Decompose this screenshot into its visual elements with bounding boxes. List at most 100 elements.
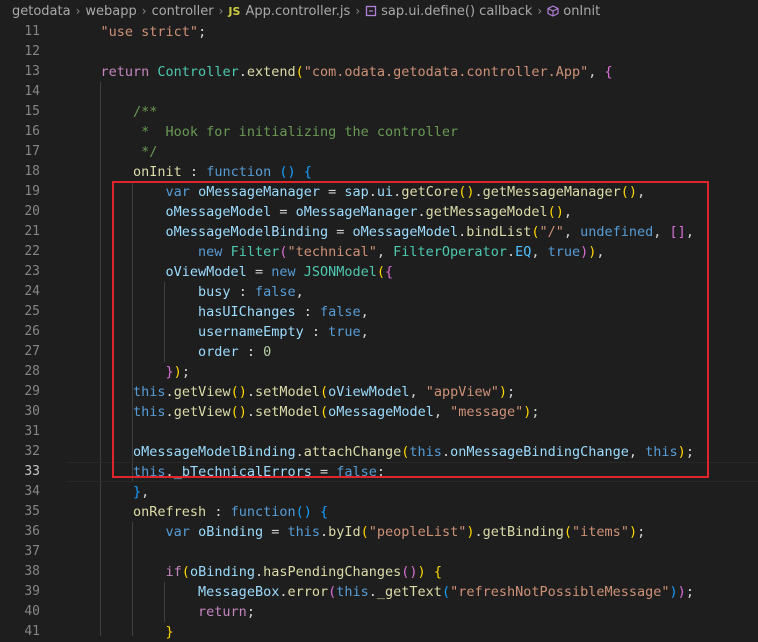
code-token: getView	[173, 404, 231, 420]
code-line[interactable]: 30 this.getView().setModel(oMessageModel…	[0, 402, 758, 422]
code-line[interactable]: 11 "use strict";	[0, 22, 758, 42]
code-line[interactable]: 22 new Filter("technical", FilterOperato…	[0, 242, 758, 262]
code-token: usernameEmpty	[100, 324, 304, 340]
code-editor[interactable]: 11 "use strict"; 12 13 return Controller.e…	[0, 22, 758, 640]
code-line[interactable]: 26 usernameEmpty : true,	[0, 322, 758, 342]
line-number: 40	[24, 604, 40, 619]
code-token: .	[474, 524, 483, 540]
code-text: onInit : function () {	[68, 162, 312, 182]
code-token: =	[319, 184, 345, 200]
code-line[interactable]: 27 order : 0	[0, 342, 758, 362]
line-number: 21	[24, 224, 40, 239]
breadcrumb-item-file[interactable]: JS App.controller.js	[228, 4, 350, 19]
code-token: this	[287, 524, 320, 540]
code-line[interactable]: 33 this._bTechnicalErrors = false;	[0, 462, 758, 482]
line-number: 39	[24, 584, 40, 599]
code-token: :	[295, 304, 320, 320]
breadcrumb-method-label: onInit	[563, 3, 601, 19]
line-number: 17	[24, 144, 40, 159]
code-line[interactable]: 34 },	[0, 482, 758, 502]
code-token: ;	[507, 384, 516, 400]
code-token: var	[100, 524, 199, 540]
code-token: .	[474, 184, 483, 200]
code-text: order : 0	[68, 342, 271, 362]
code-token: ,	[563, 204, 572, 220]
code-line[interactable]: 12	[0, 42, 758, 62]
code-token: ,	[360, 324, 369, 340]
code-token: oBinding	[189, 564, 255, 580]
code-line[interactable]: 36 var oBinding = this.byId("peopleList"…	[0, 522, 758, 542]
code-line[interactable]: 17 */	[0, 142, 758, 162]
code-text: /**	[68, 102, 157, 122]
code-text: hasUIChanges : false,	[68, 302, 369, 322]
code-line[interactable]: 18 onInit : function () {	[0, 162, 758, 182]
code-line[interactable]: 28 });	[0, 362, 758, 382]
code-token: ,	[596, 244, 605, 260]
code-text: "use strict";	[68, 22, 207, 42]
code-token: hasUIChanges	[100, 304, 296, 320]
code-token: :	[238, 344, 264, 360]
breadcrumb-item-symbol[interactable]: sap.ui.define() callback	[365, 4, 532, 19]
code-token: .	[165, 464, 174, 480]
line-number: 23	[24, 264, 40, 279]
code-text: MessageBox.error(this._getText("refreshN…	[68, 582, 694, 602]
chevron-right-icon: ›	[537, 4, 543, 18]
line-number: 26	[24, 324, 40, 339]
code-token: false	[336, 464, 377, 480]
code-line[interactable]: 14	[0, 82, 758, 102]
code-token: =	[263, 524, 288, 540]
code-line[interactable]: 41 }	[0, 622, 758, 642]
code-token: )	[173, 364, 182, 380]
code-line[interactable]: 40 return;	[0, 602, 758, 622]
code-token: .	[506, 244, 516, 260]
breadcrumb-item-folder[interactable]: controller	[152, 4, 214, 19]
code-text: }	[68, 622, 174, 642]
code-line[interactable]: 25 hasUIChanges : false,	[0, 302, 758, 322]
breadcrumb-item-folder[interactable]: webapp	[85, 4, 136, 19]
code-line[interactable]: 24 busy : false,	[0, 282, 758, 302]
code-text: return;	[68, 602, 255, 622]
code-token: (	[360, 524, 369, 540]
code-line[interactable]: 37	[0, 542, 758, 562]
code-token: []	[669, 224, 686, 240]
line-number: 27	[24, 344, 40, 359]
breadcrumb-item-method[interactable]: onInit	[547, 4, 600, 19]
code-token: (	[181, 564, 190, 580]
javascript-file-icon: JS	[228, 4, 241, 18]
code-token: ,	[637, 184, 646, 200]
code-token: error	[287, 584, 329, 600]
code-token: function	[230, 504, 296, 520]
code-line[interactable]: 13 return Controller.extend("com.odata.g…	[0, 62, 758, 82]
code-token: (	[563, 524, 573, 540]
code-line[interactable]: 20 oMessageModel = oMessageManager.getMe…	[0, 202, 758, 222]
code-token: busy	[100, 284, 231, 300]
code-line[interactable]: 35 onRefresh : function() {	[0, 502, 758, 522]
code-token: (	[320, 404, 329, 420]
code-token: "technical"	[287, 244, 377, 260]
code-line[interactable]: 19 var oMessageManager = sap.ui.getCore(…	[0, 182, 758, 202]
breadcrumb-item-folder[interactable]: getodata	[12, 4, 71, 19]
code-line[interactable]: 15 /**	[0, 102, 758, 122]
code-token: =	[311, 464, 337, 480]
code-line[interactable]: 29 this.getView().setModel(oViewModel, "…	[0, 382, 758, 402]
code-token: ,	[653, 224, 670, 240]
code-line[interactable]: 16 * Hook for initializing the controlle…	[0, 122, 758, 142]
line-number: 36	[24, 524, 40, 539]
code-token: var	[100, 184, 199, 200]
code-token: ()	[279, 164, 296, 180]
code-line[interactable]: 32 oMessageModelBinding.attachChange(thi…	[0, 442, 758, 462]
code-line[interactable]: 31	[0, 422, 758, 442]
code-token: ()	[620, 184, 638, 200]
line-number: 13	[24, 64, 40, 79]
code-text: oMessageModelBinding = oMessageModel.bin…	[68, 222, 694, 242]
code-text: oMessageModelBinding.attachChange(this.o…	[68, 442, 694, 462]
code-line[interactable]: 23 oViewModel = new JSONModel({	[0, 262, 758, 282]
code-token: this	[100, 404, 166, 420]
line-number: 16	[24, 124, 40, 139]
code-line[interactable]: 21 oMessageModelBinding = oMessageModel.…	[0, 222, 758, 242]
code-token: .	[238, 64, 247, 80]
code-line[interactable]: 39 MessageBox.error(this._getText("refre…	[0, 582, 758, 602]
code-line[interactable]: 38 if(oBinding.hasPendingChanges()) {	[0, 562, 758, 582]
code-token: =	[328, 224, 353, 240]
code-token: FilterOperator	[393, 244, 507, 260]
